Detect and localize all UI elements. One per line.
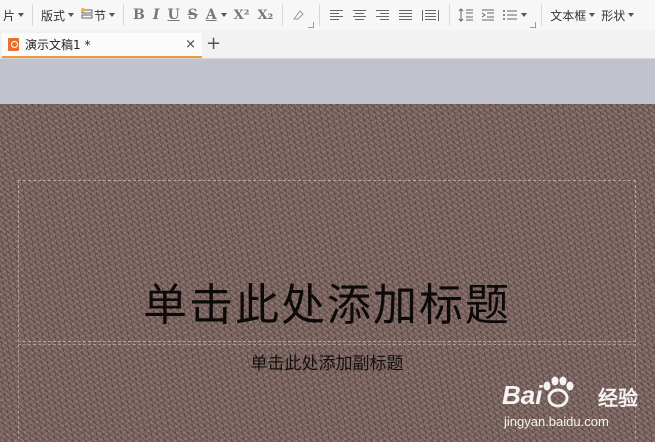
document-tab[interactable]: 演示文稿1 * × <box>2 33 202 58</box>
subscript-button[interactable]: X₂ <box>253 8 277 23</box>
chevron-down-icon <box>220 13 227 17</box>
toolbar-divider <box>541 4 543 26</box>
section-button[interactable]: 节 <box>77 4 118 26</box>
chevron-down-icon <box>109 13 116 17</box>
toolbar-divider <box>32 4 34 26</box>
line-spacing-icon <box>458 8 474 22</box>
distributed-align-icon[interactable] <box>422 9 440 21</box>
chevron-down-icon <box>589 13 596 17</box>
layout-button-label: 版式 <box>41 8 66 23</box>
paw-logo-icon <box>543 376 574 408</box>
indent-icon <box>481 9 495 21</box>
indent-button[interactable] <box>477 4 499 26</box>
chevron-down-icon <box>628 13 635 17</box>
cut-menu[interactable]: 片 <box>0 4 27 26</box>
toolbar-divider <box>282 4 284 26</box>
clear-format-button[interactable] <box>288 4 308 26</box>
superscript-button[interactable]: X² <box>230 8 254 23</box>
italic-button[interactable]: I <box>149 7 164 23</box>
new-tab-button[interactable]: + <box>206 33 221 54</box>
layout-button[interactable]: 版式 <box>38 4 77 26</box>
line-spacing-button[interactable] <box>455 4 477 26</box>
paragraph-dialog-launcher-icon[interactable] <box>530 22 537 28</box>
watermark-service: 经验 <box>598 386 638 410</box>
chevron-down-icon <box>18 13 25 17</box>
close-tab-button[interactable]: × <box>185 37 196 52</box>
toolbar-divider <box>449 4 451 26</box>
justify-icon[interactable] <box>399 9 413 21</box>
bold-button[interactable]: B <box>129 7 149 23</box>
toolbar-divider <box>319 4 321 26</box>
bullets-button[interactable] <box>499 4 530 26</box>
align-center-icon[interactable] <box>353 9 367 21</box>
document-tab-strip: 演示文稿1 * × + <box>0 30 655 59</box>
section-button-label: 节 <box>94 8 107 23</box>
font-dialog-launcher-icon[interactable] <box>308 22 315 28</box>
shape-button-label: 形状 <box>601 8 626 23</box>
presentation-file-icon <box>8 38 19 51</box>
section-icon <box>81 8 93 19</box>
align-right-icon[interactable] <box>376 9 390 21</box>
chevron-down-icon <box>521 13 528 17</box>
chevron-down-icon <box>68 13 75 17</box>
font-color-label: A <box>205 7 217 23</box>
toolbar-divider <box>123 4 125 26</box>
cut-menu-label: 片 <box>3 8 16 23</box>
ribbon-toolbar: 片 版式 节 B I U S A X² X₂ 文本框 形状 <box>0 0 655 30</box>
watermark-url: jingyan.baidu.com <box>504 414 609 429</box>
editor-workspace <box>0 59 655 104</box>
eraser-icon <box>293 10 304 20</box>
strikethrough-button[interactable]: S <box>184 7 202 23</box>
title-placeholder[interactable]: 单击此处添加标题 <box>18 180 636 342</box>
title-placeholder-text: 单击此处添加标题 <box>143 280 511 331</box>
bullet-list-icon <box>503 10 518 20</box>
textbox-button-label: 文本框 <box>550 8 587 23</box>
align-left-icon[interactable] <box>330 9 344 21</box>
underline-button[interactable]: U <box>163 7 183 23</box>
watermark-brand: Bai <box>502 380 543 410</box>
subtitle-placeholder-text: 单击此处添加副标题 <box>250 354 404 374</box>
document-tab-title: 演示文稿1 * <box>25 38 91 52</box>
textbox-button[interactable]: 文本框 <box>547 4 598 26</box>
font-color-button[interactable]: A <box>202 4 230 26</box>
shape-button[interactable]: 形状 <box>598 4 637 26</box>
baidu-jingyan-watermark: Bai 经验 jingyan.baidu.com <box>500 370 650 440</box>
